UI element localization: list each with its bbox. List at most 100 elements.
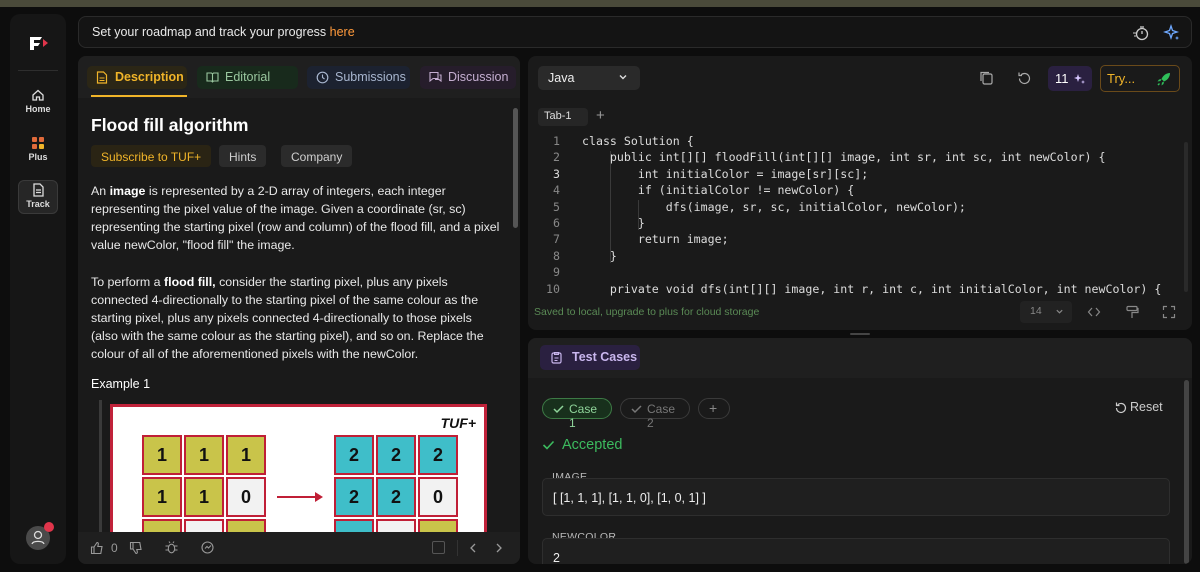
language-select[interactable]: Java xyxy=(538,66,640,90)
bookmark-checkbox[interactable] xyxy=(432,541,445,554)
copy-icon[interactable] xyxy=(978,66,996,91)
hints-chip[interactable]: Hints xyxy=(219,145,267,167)
line-number: 8 xyxy=(553,248,560,263)
editor-scrollbar[interactable] xyxy=(1184,142,1188,292)
roadmap-message-text: Set your roadmap and track your progress xyxy=(92,25,330,39)
app-logo[interactable] xyxy=(28,34,50,56)
reset-label: Reset xyxy=(1130,400,1163,414)
code-editor-panel: Java 11 Try... Tab-1 + 1 2 3 4 5 6 7 8 9… xyxy=(528,56,1192,330)
description-footer: 0 xyxy=(78,532,520,564)
grid-cell: 1 xyxy=(142,435,182,475)
left-nav-rail: Home Plus Track xyxy=(10,14,66,564)
sparkle-icon[interactable] xyxy=(1163,24,1181,42)
test-cases-panel: Test Cases Case 1 Case 2 + Reset Accepte… xyxy=(528,338,1192,564)
rocket-icon xyxy=(1157,73,1170,86)
ai-credits-button[interactable]: 11 xyxy=(1048,66,1092,91)
try-run-label: Try... xyxy=(1107,71,1136,86)
reset-cases-button[interactable]: Reset xyxy=(1114,400,1163,414)
line-number: 4 xyxy=(553,183,560,198)
grid-cell: 1 xyxy=(142,477,182,517)
description-scrollbar[interactable] xyxy=(513,108,518,228)
nav-home[interactable]: Home xyxy=(18,86,58,122)
nav-plus[interactable]: Plus xyxy=(18,134,58,170)
format-paint-icon[interactable] xyxy=(1125,305,1139,319)
active-tab-underline xyxy=(91,95,187,97)
add-case-button[interactable]: + xyxy=(698,398,730,419)
test-cases-scrollbar[interactable] xyxy=(1184,380,1189,564)
grid-cell: 1 xyxy=(184,435,224,475)
font-size-select[interactable]: 14 xyxy=(1020,301,1072,323)
share-icon[interactable] xyxy=(200,540,215,555)
code-area[interactable]: 1 2 3 4 5 6 7 8 9 10 class Solution { pu… xyxy=(528,134,1178,300)
subscribe-chip[interactable]: Subscribe to TUF+ xyxy=(91,145,212,167)
panel-resize-handle[interactable] xyxy=(850,333,870,335)
field-value-image[interactable]: [ [1, 1, 1], [1, 1, 0], [1, 0, 1] ] xyxy=(542,478,1170,516)
bug-icon[interactable] xyxy=(164,540,179,555)
prev-problem-icon[interactable] xyxy=(468,542,478,554)
code-brackets-icon[interactable] xyxy=(1087,305,1101,319)
line-number: 10 xyxy=(546,281,560,296)
case-1-label: Case 1 xyxy=(569,402,598,430)
company-chip[interactable]: Company xyxy=(281,145,353,167)
description-tabs: Description Editorial Submissions Discus… xyxy=(78,56,520,98)
test-cases-header: Test Cases xyxy=(528,338,1192,378)
chevron-down-icon xyxy=(1056,309,1063,314)
reset-code-icon[interactable] xyxy=(1015,66,1033,91)
book-icon xyxy=(206,72,219,83)
add-tab-button[interactable]: + xyxy=(596,107,605,124)
para1-bold: image xyxy=(109,184,146,198)
case-2-label: Case 2 xyxy=(647,402,676,430)
thumbs-down-icon[interactable] xyxy=(129,541,143,555)
check-icon xyxy=(631,405,642,414)
grid-cell: 0 xyxy=(418,477,458,517)
chevron-down-icon xyxy=(619,75,627,80)
nav-track[interactable]: Track xyxy=(18,180,58,214)
tab-submissions[interactable]: Submissions xyxy=(307,66,410,89)
case-1-tab[interactable]: Case 1 xyxy=(542,398,612,430)
case-2-tab[interactable]: Case 2 xyxy=(620,398,690,430)
grid-cell: 2 xyxy=(376,435,416,475)
ai-credits-count: 11 xyxy=(1055,71,1069,86)
home-icon xyxy=(32,89,44,101)
para1-text-b: is represented by a 2-D array of integer… xyxy=(91,184,500,252)
roadmap-link[interactable]: here xyxy=(330,25,355,39)
transform-arrow xyxy=(277,492,323,502)
roadmap-message: Set your roadmap and track your progress… xyxy=(92,25,355,39)
grid-cell: 2 xyxy=(334,435,374,475)
tab-editorial-label: Editorial xyxy=(225,70,271,84)
line-number: 2 xyxy=(553,150,560,165)
reset-icon xyxy=(1115,402,1127,414)
fullscreen-icon[interactable] xyxy=(1162,305,1176,319)
try-run-button[interactable]: Try... xyxy=(1100,65,1180,92)
para2-text-a: To perform a xyxy=(91,275,164,289)
window-top-border xyxy=(0,0,1200,7)
notification-dot xyxy=(44,522,54,532)
tab-submissions-label: Submissions xyxy=(335,70,406,84)
tab-editorial[interactable]: Editorial xyxy=(197,66,298,89)
line-number: 9 xyxy=(553,265,560,280)
test-cases-tab[interactable]: Test Cases xyxy=(540,345,640,370)
top-banner: Set your roadmap and track your progress… xyxy=(78,16,1192,48)
track-icon xyxy=(33,183,44,197)
save-status-note: Saved to local, upgrade to plus for clou… xyxy=(534,306,760,318)
tab-discussion-label: Discussion xyxy=(448,70,509,84)
user-avatar[interactable] xyxy=(26,522,54,550)
code-line: class Solution { xyxy=(582,134,694,148)
tab-discussion[interactable]: Discussion xyxy=(420,66,516,89)
code-line: private void dfs(int[][] image, int r, i… xyxy=(582,281,1162,296)
field-value-newcolor[interactable]: 2 xyxy=(542,538,1170,564)
language-select-value: Java xyxy=(548,71,575,85)
like-count: 0 xyxy=(111,541,118,555)
timer-icon[interactable] xyxy=(1132,24,1150,42)
example-quote-bar xyxy=(99,400,102,540)
next-problem-icon[interactable] xyxy=(494,542,504,554)
tab-description[interactable]: Description xyxy=(87,66,187,89)
problem-paragraph-2: To perform a flood fill, consider the st… xyxy=(91,273,501,363)
tuf-brand-mark: TUF+ xyxy=(440,415,476,431)
editor-tab-1[interactable]: Tab-1 xyxy=(538,108,588,126)
thumbs-up-icon[interactable] xyxy=(90,541,104,555)
grid-cell: 2 xyxy=(334,477,374,517)
code-line: } xyxy=(582,248,617,263)
stars-icon xyxy=(1074,74,1085,84)
line-number: 5 xyxy=(553,199,560,214)
